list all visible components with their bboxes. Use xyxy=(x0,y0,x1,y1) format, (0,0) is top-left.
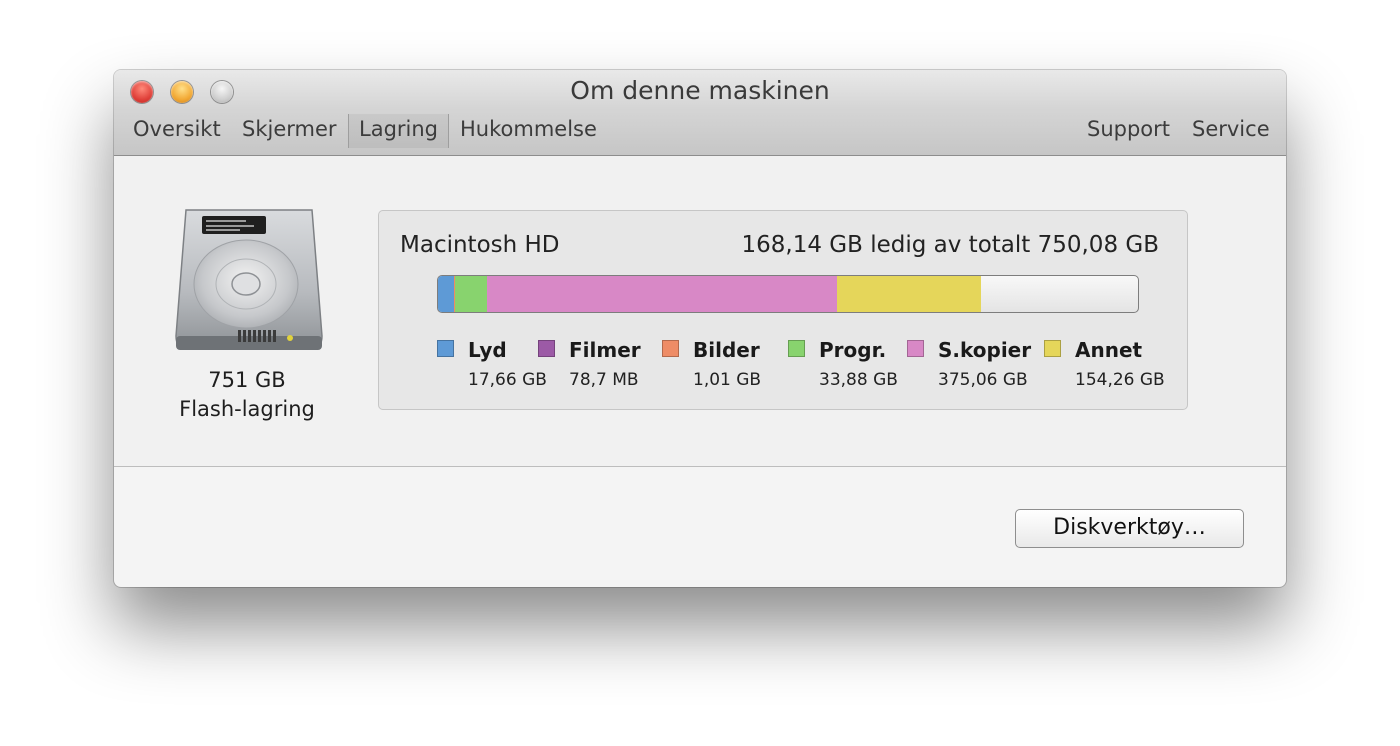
drive-type: Flash-lagring xyxy=(179,397,315,421)
about-this-mac-window: Om denne maskinen Oversikt Skjermer Lagr… xyxy=(114,70,1286,587)
usage-segment-5 xyxy=(837,276,981,312)
volume-free-space: 168,14 GB ledig av totalt 750,08 GB xyxy=(741,232,1159,258)
title-bar: Om denne maskinen Oversikt Skjermer Lagr… xyxy=(114,70,1286,156)
drive-capacity: 751 GB xyxy=(208,368,286,392)
tab-memory[interactable]: Hukommelse xyxy=(460,117,597,141)
window-title: Om denne maskinen xyxy=(570,76,830,105)
legend-swatch xyxy=(538,340,555,357)
legend-label: Bilder xyxy=(693,338,760,362)
legend-value: 33,88 GB xyxy=(819,370,898,390)
usage-segment-0 xyxy=(438,276,454,312)
storage-usage-bar xyxy=(437,275,1139,313)
disk-utility-button[interactable]: Diskverktøy… xyxy=(1015,509,1244,548)
tab-displays[interactable]: Skjermer xyxy=(242,117,337,141)
legend-label: Filmer xyxy=(569,338,641,362)
usage-segment-3 xyxy=(455,276,487,312)
legend-swatch xyxy=(662,340,679,357)
legend-value: 78,7 MB xyxy=(569,370,639,390)
tab-support[interactable]: Support xyxy=(1087,117,1170,141)
hard-drive-icon xyxy=(175,209,323,350)
legend-label: Annet xyxy=(1075,338,1143,362)
legend-value: 17,66 GB xyxy=(468,370,547,390)
legend-label: S.kopier xyxy=(938,338,1032,362)
volume-panel: Macintosh HD 168,14 GB ledig av totalt 7… xyxy=(378,210,1188,410)
legend-value: 1,01 GB xyxy=(693,370,762,390)
volume-name: Macintosh HD xyxy=(400,232,560,258)
legend-value: 375,06 GB xyxy=(938,370,1028,390)
legend-swatch xyxy=(788,340,805,357)
usage-segment-4 xyxy=(487,276,837,312)
tab-storage[interactable]: Lagring xyxy=(348,114,450,148)
storage-content: 751 GB Flash-lagring Macintosh HD 168,14… xyxy=(114,156,1286,467)
tab-overview[interactable]: Oversikt xyxy=(133,117,221,141)
legend-value: 154,26 GB xyxy=(1075,370,1165,390)
tab-service[interactable]: Service xyxy=(1192,117,1270,141)
legend-swatch xyxy=(907,340,924,357)
legend-swatch xyxy=(437,340,454,357)
legend-label: Progr. xyxy=(819,338,887,362)
legend-swatch xyxy=(1044,340,1061,357)
legend-label: Lyd xyxy=(468,338,507,362)
